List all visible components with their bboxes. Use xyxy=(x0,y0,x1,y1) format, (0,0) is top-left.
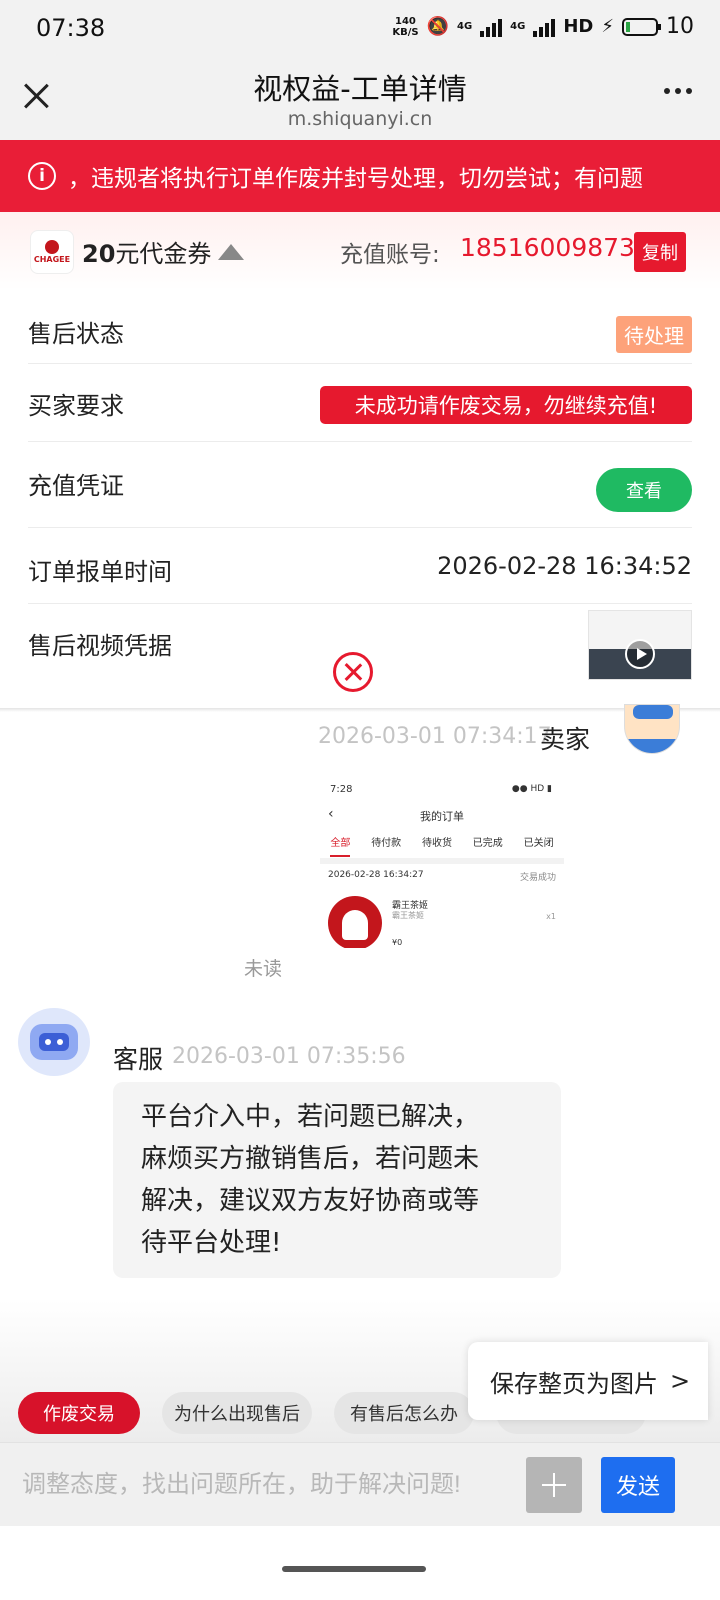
signal-icon-2 xyxy=(533,17,556,37)
system-nav-area xyxy=(0,1526,720,1600)
support-avatar xyxy=(18,1008,90,1076)
page-title: 视权益-工单详情 xyxy=(253,72,467,106)
quick-reply-void-trade[interactable]: 作废交易 xyxy=(18,1392,140,1434)
battery-icon xyxy=(622,17,661,36)
warning-text: ，违规者将执行订单作废并封号处理，切勿尝试；有问题 xyxy=(68,166,643,192)
hd-label: HD xyxy=(563,16,594,37)
video-thumbnail[interactable] xyxy=(588,610,692,680)
save-page-image-button[interactable]: 保存整页为图片 > xyxy=(468,1342,708,1420)
message-input-bar: 发送 xyxy=(0,1442,720,1526)
home-indicator[interactable] xyxy=(282,1566,426,1572)
send-button[interactable]: 发送 xyxy=(601,1457,675,1513)
close-circle-icon[interactable] xyxy=(333,652,373,692)
collapse-caret-icon[interactable] xyxy=(218,244,244,260)
message-input[interactable] xyxy=(22,1457,512,1513)
product-summary: CHAGEE 20元代金券 充值账号: 18516009873 复制 xyxy=(0,212,720,290)
warning-banner: i ，违规者将执行订单作废并封号处理，切勿尝试；有问题 xyxy=(0,140,720,212)
copy-button[interactable]: 复制 xyxy=(634,232,686,272)
network-type-1: 4G xyxy=(457,21,473,32)
view-proof-button[interactable]: 查看 xyxy=(596,468,692,512)
account-number: 18516009873 xyxy=(460,233,635,262)
mute-icon: 🔕 xyxy=(426,16,449,37)
row-label: 买家要求 xyxy=(28,392,124,420)
order-time-row: 订单报单时间 2026-02-28 16:34:52 xyxy=(28,528,692,604)
message-time: 2026-03-01 07:34:17 xyxy=(318,724,552,749)
message-time: 2026-03-01 07:35:56 xyxy=(172,1044,406,1069)
play-icon xyxy=(625,639,655,669)
network-type-2: 4G xyxy=(510,21,526,32)
row-label: 售后状态 xyxy=(28,320,124,348)
status-badge: 待处理 xyxy=(616,316,692,353)
order-time-value: 2026-02-28 16:34:52 xyxy=(437,552,692,580)
info-icon: i xyxy=(28,162,56,190)
signal-icon xyxy=(480,17,503,37)
status-icons: 140 KB/S 🔕 4G 4G HD ⚡ 10 xyxy=(392,14,694,39)
row-label: 订单报单时间 xyxy=(28,558,172,586)
charging-icon: ⚡ xyxy=(601,16,614,37)
sender-name: 客服 xyxy=(113,1045,164,1074)
brand-logo xyxy=(328,896,382,948)
quick-reply-why-after-sale[interactable]: 为什么出现售后 xyxy=(162,1392,312,1434)
seller-image-message[interactable]: 7:28 ●● HD ▮ ‹ 我的订单 全部 待付款 待收货 已完成 已关闭 2… xyxy=(320,778,564,948)
read-status: 未读 xyxy=(244,958,283,980)
title-bar: 视权益-工单详情 m.shiquanyi.cn xyxy=(0,60,720,140)
buyer-request-row: 买家要求 未成功请作废交易，勿继续充值! xyxy=(28,364,692,442)
support-message-bubble: 平台介入中，若问题已解决， 麻烦买方撤销售后，若问题未 解决，建议双方友好协商或… xyxy=(113,1082,561,1278)
brand-logo: CHAGEE xyxy=(30,230,74,274)
recharge-proof-row: 充值凭证 查看 xyxy=(28,442,692,528)
status-time: 07:38 xyxy=(36,14,106,42)
network-speed: 140 KB/S xyxy=(392,15,419,38)
status-bar: 07:38 140 KB/S 🔕 4G 4G HD ⚡ 10 xyxy=(0,0,720,60)
buyer-request-value: 未成功请作废交易，勿继续充值! xyxy=(320,386,692,424)
after-sale-status-row: 售后状态 待处理 xyxy=(28,290,692,364)
sender-name: 卖家 xyxy=(540,725,591,754)
panel-divider xyxy=(0,708,720,712)
plus-icon[interactable] xyxy=(526,1457,582,1513)
quick-reply-what-to-do[interactable]: 有售后怎么办 xyxy=(334,1392,474,1434)
page-url: m.shiquanyi.cn xyxy=(287,108,433,130)
chevron-right-icon: > xyxy=(670,1367,691,1395)
battery-level: 10 xyxy=(666,14,694,39)
more-options-icon[interactable] xyxy=(664,88,692,94)
account-label: 充值账号: xyxy=(340,242,440,268)
product-name: 20元代金券 xyxy=(82,240,212,268)
seller-avatar xyxy=(624,704,680,754)
row-label: 充值凭证 xyxy=(28,472,124,500)
row-label: 售后视频凭据 xyxy=(28,632,172,660)
order-tabs: 全部 待付款 待收货 已完成 已关闭 xyxy=(320,834,564,857)
